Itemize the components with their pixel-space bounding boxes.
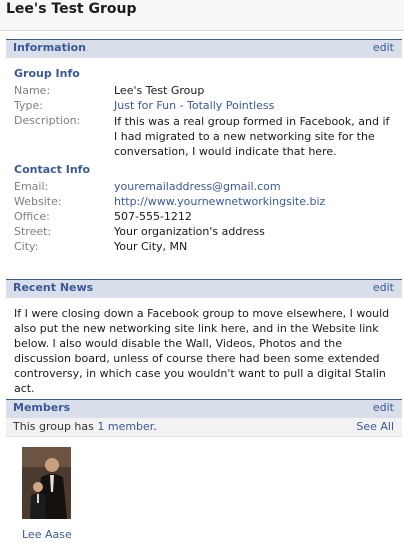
name-value: Lee's Test Group [114, 84, 205, 97]
member-photo-image [22, 447, 71, 519]
member-photo[interactable] [22, 447, 71, 519]
page-title: Lee's Test Group [6, 1, 137, 17]
members-count-suffix: . [153, 420, 157, 433]
type-label: Type: [14, 99, 43, 112]
name-label: Name: [14, 84, 51, 97]
website-label: Website: [14, 195, 62, 208]
group-info-heading: Group Info [14, 67, 80, 80]
members-edit-link[interactable]: edit [373, 401, 394, 414]
information-edit-link[interactable]: edit [373, 41, 394, 54]
street-value: Your organization's address [114, 225, 265, 238]
recent-news-edit-link[interactable]: edit [373, 281, 394, 294]
email-link[interactable]: youremailaddress@gmail.com [114, 180, 281, 193]
recent-news-section-header: Recent News edit [6, 279, 402, 298]
description-value: If this was a real group formed in Faceb… [114, 115, 390, 158]
recent-news-section-title: Recent News [13, 281, 94, 294]
members-count-prefix: This group has [13, 420, 98, 433]
information-section-title: Information [13, 41, 86, 54]
members-count-text: This group has 1 member. [13, 420, 157, 433]
description-label: Description: [14, 114, 81, 127]
contact-info-heading: Contact Info [14, 163, 91, 176]
office-value: 507-555-1212 [114, 210, 192, 223]
website-link[interactable]: http://www.yournewnetworkingsite.biz [114, 195, 325, 208]
recent-news-text: If I were closing down a Facebook group … [14, 307, 390, 395]
members-count-row: This group has 1 member. See All [6, 418, 402, 437]
members-count-link[interactable]: 1 member [97, 420, 153, 433]
members-section-header: Members edit [6, 399, 402, 418]
page-header: Lee's Test Group [0, 0, 404, 31]
city-label: City: [14, 240, 39, 253]
office-label: Office: [14, 210, 50, 223]
members-section-title: Members [13, 401, 71, 414]
city-value: Your City, MN [114, 240, 188, 253]
see-all-members-link[interactable]: See All [356, 420, 394, 433]
street-label: Street: [14, 225, 52, 238]
type-value-link[interactable]: Just for Fun - Totally Pointless [114, 99, 274, 112]
information-section-header: Information edit [6, 39, 402, 58]
email-label: Email: [14, 180, 49, 193]
member-name-link[interactable]: Lee Aase [22, 528, 72, 541]
